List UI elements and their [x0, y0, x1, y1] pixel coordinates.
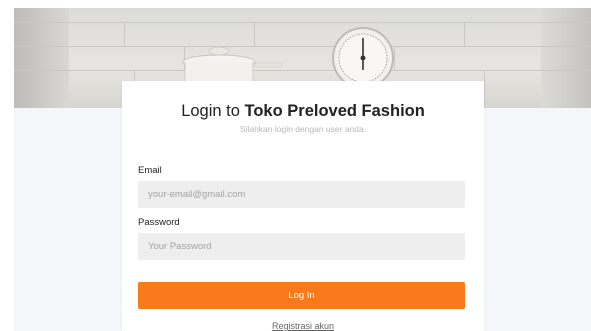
login-card: Login to Toko Preloved Fashion Silahkan …	[122, 81, 484, 331]
login-button[interactable]: Log In	[138, 282, 465, 309]
password-field[interactable]	[138, 233, 465, 260]
register-link[interactable]: Registrasi akun	[122, 321, 484, 331]
email-label: Email	[138, 165, 162, 176]
brand-name: Toko Preloved Fashion	[244, 102, 425, 120]
email-field[interactable]	[138, 181, 465, 208]
login-title-prefix: Login to	[181, 102, 245, 120]
login-title: Login to Toko Preloved Fashion	[122, 102, 484, 121]
password-label: Password	[138, 217, 180, 228]
login-page: Login to Toko Preloved Fashion Silahkan …	[14, 8, 591, 331]
login-subtitle: Silahkan login dengan user anda.	[239, 124, 367, 134]
